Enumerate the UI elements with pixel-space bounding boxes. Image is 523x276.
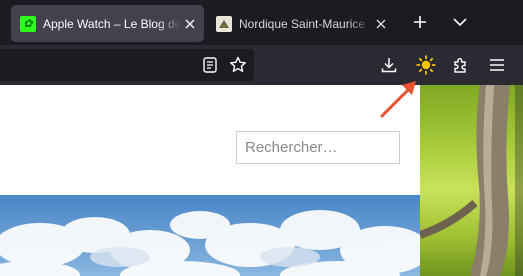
download-icon[interactable] (377, 53, 401, 77)
tab-title: Apple Watch – Le Blog de l'Apple Watch (43, 16, 181, 31)
tab-nordique[interactable]: Nordique Saint-Maurice – Le Nordique (207, 5, 395, 42)
tab-strip: ✿ Apple Watch – Le Blog de l'Apple Watch… (0, 0, 523, 45)
close-tab-icon[interactable] (181, 15, 199, 33)
lodge-icon (216, 15, 232, 32)
search-input[interactable] (236, 131, 400, 164)
bookmark-star-icon[interactable] (226, 53, 250, 77)
reader-view-icon[interactable] (198, 53, 222, 77)
tab-title: Nordique Saint-Maurice – Le Nordique (239, 16, 372, 31)
page-content (0, 85, 523, 276)
list-all-tabs-chevron-icon[interactable] (450, 12, 470, 32)
extensions-puzzle-icon[interactable] (449, 53, 473, 77)
close-tab-icon[interactable] (372, 15, 390, 33)
header-image-sky (0, 195, 430, 276)
new-tab-plus-icon[interactable] (410, 12, 430, 32)
hamburger-menu-icon[interactable] (485, 53, 509, 77)
header-image-tree (418, 85, 523, 276)
leaf-green-icon: ✿ (20, 15, 36, 32)
tab-apple-watch[interactable]: ✿ Apple Watch – Le Blog de l'Apple Watch (11, 5, 204, 42)
navigation-toolbar (0, 45, 523, 85)
sun-icon[interactable] (414, 53, 438, 77)
scrollbar[interactable] (515, 85, 523, 276)
